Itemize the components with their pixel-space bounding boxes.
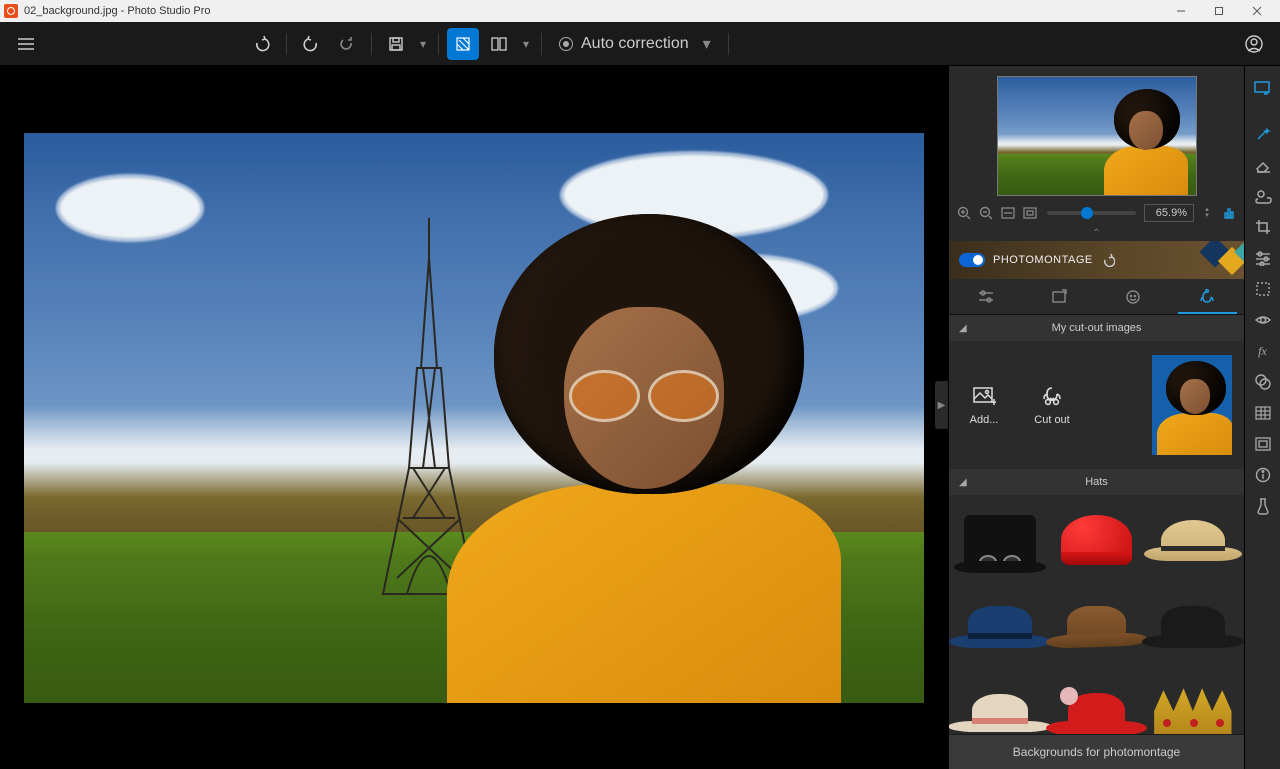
- view-dropdown[interactable]: ▾: [519, 28, 533, 60]
- title-bar: 02_background.jpg - Photo Studio Pro: [0, 0, 1280, 22]
- add-cutout-button[interactable]: Add...: [957, 384, 1011, 426]
- canvas-area[interactable]: [0, 66, 948, 769]
- magic-wand-icon[interactable]: [1249, 120, 1277, 148]
- redo-button[interactable]: [295, 28, 327, 60]
- weather-icon[interactable]: [1249, 182, 1277, 210]
- canvas-icon[interactable]: [1249, 430, 1277, 458]
- collapse-navigator[interactable]: ⌃: [949, 226, 1244, 241]
- auto-correction-label: Auto correction: [581, 35, 689, 53]
- hat-cowboy[interactable]: [1049, 585, 1143, 667]
- right-panel: 65.9% ▴▾ ⌃ PHOTOMONTAGE: [948, 66, 1244, 769]
- info-icon[interactable]: [1249, 461, 1277, 489]
- view-compare-button[interactable]: [483, 28, 515, 60]
- zoom-stepper[interactable]: ▴▾: [1198, 204, 1216, 222]
- zoom-out-icon[interactable]: [977, 204, 995, 222]
- tab-adjustments[interactable]: [949, 279, 1023, 314]
- tool-rail: fx ▶: [1244, 66, 1280, 769]
- auto-correction-toggle[interactable]: [559, 37, 573, 51]
- filters-icon[interactable]: [1249, 368, 1277, 396]
- sliders-icon[interactable]: [1249, 244, 1277, 272]
- account-button[interactable]: [1238, 28, 1270, 60]
- crop-icon[interactable]: [1249, 213, 1277, 241]
- histogram-icon[interactable]: [1220, 204, 1238, 222]
- zoom-value[interactable]: 65.9%: [1144, 204, 1194, 222]
- zoom-in-icon[interactable]: [955, 204, 973, 222]
- auto-correction-dropdown[interactable]: ▾: [703, 34, 711, 54]
- expand-rail-button[interactable]: ▶: [934, 380, 948, 430]
- section-title-cutouts: My cut-out images: [1052, 322, 1142, 334]
- hat-straw[interactable]: [1146, 499, 1240, 581]
- save-dropdown[interactable]: ▾: [416, 28, 430, 60]
- note-icon[interactable]: [1249, 74, 1277, 102]
- photomontage-banner: PHOTOMONTAGE: [949, 241, 1244, 279]
- hat-crown[interactable]: [1146, 671, 1240, 734]
- grid-icon[interactable]: [1249, 399, 1277, 427]
- hat-fedora-black[interactable]: [1146, 585, 1240, 667]
- eraser-icon[interactable]: [1249, 151, 1277, 179]
- hat-red-wide[interactable]: [1049, 671, 1143, 734]
- collapse-icon: ◢: [959, 477, 967, 488]
- photomontage-label: PHOTOMONTAGE: [993, 254, 1093, 266]
- redo-forward-button[interactable]: [331, 28, 363, 60]
- fit-screen-icon[interactable]: [1021, 204, 1039, 222]
- close-button[interactable]: [1238, 0, 1276, 22]
- save-button[interactable]: [380, 28, 412, 60]
- navigator-thumbnail[interactable]: [997, 76, 1197, 196]
- hat-wide-pink[interactable]: [953, 671, 1047, 734]
- photomontage-reset-icon[interactable]: [1101, 253, 1115, 267]
- collapse-icon: ◢: [959, 323, 967, 334]
- zoom-slider[interactable]: [1047, 211, 1136, 215]
- section-title-hats: Hats: [1085, 476, 1108, 488]
- hats-grid: [949, 495, 1244, 734]
- photomontage-toggle[interactable]: [959, 253, 985, 267]
- tab-face[interactable]: [1097, 279, 1171, 314]
- lab-icon[interactable]: [1249, 492, 1277, 520]
- view-single-button[interactable]: [447, 28, 479, 60]
- hat-top-hat[interactable]: [953, 499, 1047, 581]
- app-icon: [4, 4, 18, 18]
- tab-frames[interactable]: [1023, 279, 1097, 314]
- redeye-icon[interactable]: [1249, 306, 1277, 334]
- marquee-icon[interactable]: [1249, 275, 1277, 303]
- fx-icon[interactable]: fx: [1249, 337, 1277, 365]
- maximize-button[interactable]: [1200, 0, 1238, 22]
- hat-beanie-red[interactable]: [1049, 499, 1143, 581]
- hat-fedora-blue[interactable]: [953, 585, 1047, 667]
- section-header-cutouts[interactable]: ◢ My cut-out images: [949, 315, 1244, 341]
- fit-width-icon[interactable]: [999, 204, 1017, 222]
- panel-tabs: [949, 279, 1244, 315]
- tab-stickers[interactable]: [1170, 279, 1244, 314]
- undo-button[interactable]: [246, 28, 278, 60]
- canvas-image: [24, 133, 924, 703]
- menu-button[interactable]: [10, 28, 42, 60]
- cutout-layer-person: [409, 183, 879, 703]
- minimize-button[interactable]: [1162, 0, 1200, 22]
- cutout-button[interactable]: Cut out: [1025, 384, 1079, 426]
- cutout-thumbnail[interactable]: [1152, 355, 1232, 455]
- window-title: 02_background.jpg - Photo Studio Pro: [24, 5, 211, 17]
- section-header-hats[interactable]: ◢ Hats: [949, 469, 1244, 495]
- top-toolbar: ▾ ▾ Auto correction ▾: [0, 22, 1280, 66]
- backgrounds-button[interactable]: Backgrounds for photomontage: [949, 734, 1244, 769]
